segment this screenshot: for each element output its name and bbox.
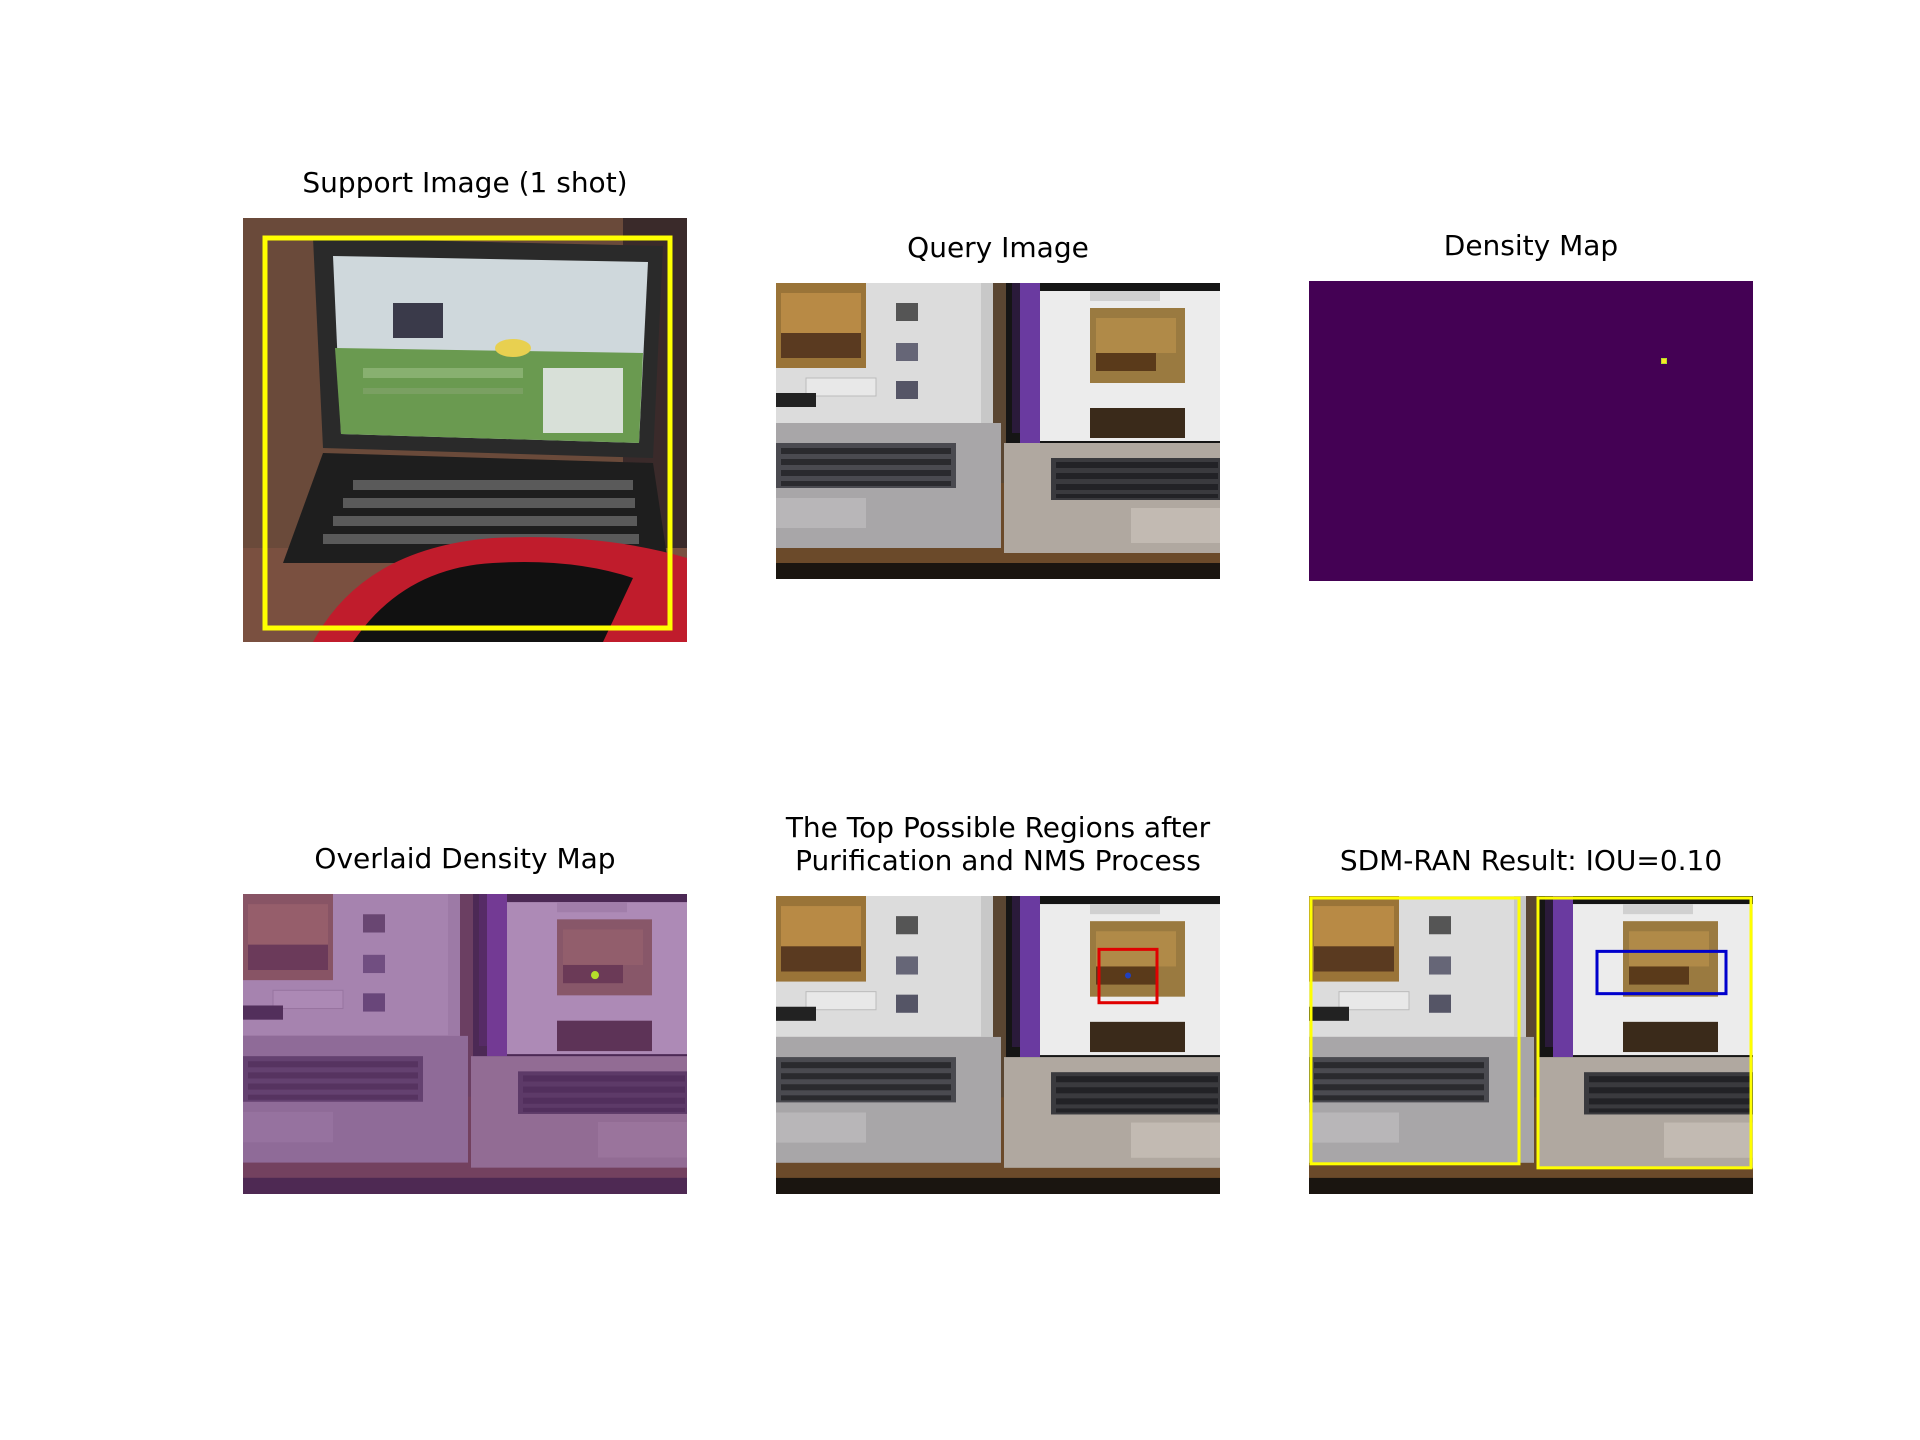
result-panel xyxy=(1309,896,1753,1194)
query-image xyxy=(776,283,1220,579)
density-map-panel xyxy=(1309,281,1753,581)
overlay-map-title: Overlaid Density Map xyxy=(314,842,616,875)
overlay-map-panel xyxy=(243,894,687,1194)
query-image-panel xyxy=(776,283,1220,579)
overlay-map xyxy=(243,894,687,1194)
support-image xyxy=(243,218,687,642)
result-title: SDM-RAN Result: IOU=0.10 xyxy=(1339,844,1723,877)
regions-panel xyxy=(776,896,1220,1194)
overlay-density-peak xyxy=(591,971,599,980)
density-map-title: Density Map xyxy=(1443,229,1619,262)
support-image-panel xyxy=(243,218,687,642)
region-center-marker xyxy=(1125,972,1131,979)
density-map xyxy=(1309,281,1753,581)
query-image-title: Query Image xyxy=(907,231,1089,264)
regions-image xyxy=(776,896,1220,1194)
regions-title: The Top Possible Regions after Purificat… xyxy=(785,811,1211,877)
support-image-title: Support Image (1 shot) xyxy=(302,166,628,199)
result-image xyxy=(1309,896,1753,1194)
